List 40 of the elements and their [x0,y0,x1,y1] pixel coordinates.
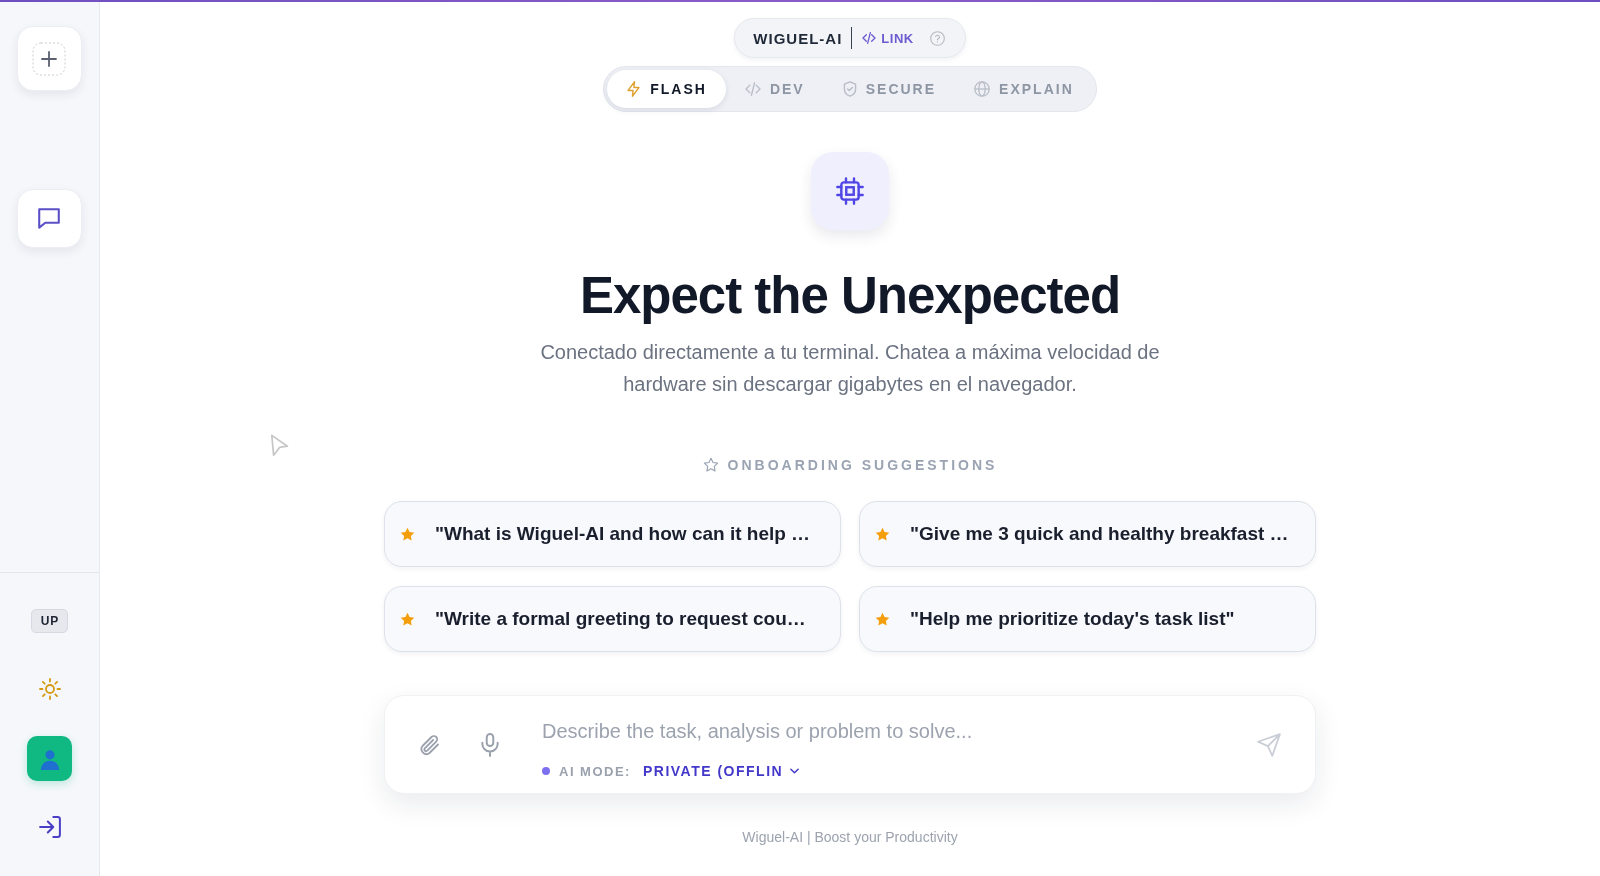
chat-button[interactable] [16,189,82,248]
star-icon [400,526,415,542]
code-icon [862,32,877,44]
help-icon[interactable] [929,30,945,46]
suggestion-card[interactable]: "Write a formal greeting to request cou… [384,586,841,652]
hero-title: Expect the Unexpected [579,266,1121,326]
chat-bubble-icon [38,208,60,229]
star-icon [875,526,890,542]
cpu-icon [811,152,889,230]
hero-subtitle: Conectado directamente a tu terminal. Chatea a máxima velocidad de hardware sin descargar gigabytes en el navegador. [539,340,1161,397]
suggestion-card[interactable]: "Help me prioritize today's task list" [859,586,1316,652]
sun-icon[interactable] [38,678,61,700]
paper-plane-icon[interactable] [1257,732,1281,757]
plus-icon [32,41,66,76]
star-icon [400,611,415,627]
paperclip-icon[interactable] [418,733,440,756]
suggestion-card[interactable]: "Give me 3 quick and healthy breakfast … [859,501,1316,567]
cursor-icon [268,433,290,457]
globe-icon [974,81,991,97]
tab[interactable]: FLASH [607,70,726,108]
microphone-icon[interactable] [481,732,499,757]
suggestions-heading: ONBOARDING SUGGESTIONS [727,456,998,475]
dot-icon [542,767,550,775]
profile-button[interactable] [27,736,72,781]
lightning-icon [626,81,642,97]
brand-name: WIGUEL-AI [753,29,843,47]
up-badge[interactable]: UP [30,609,69,633]
code-icon [744,82,761,96]
message-input[interactable]: Describe the task, analysis or problem to solve... [542,716,1142,746]
chevron-down-icon [790,768,800,774]
star-outline-icon [702,457,719,473]
suggestion-card[interactable]: "What is Wiguel-AI and how can it help … [384,501,841,567]
mode-select[interactable]: PRIVATE (OFFLIN [642,763,800,779]
person-icon [38,748,61,770]
star-icon [875,611,890,627]
link-button[interactable]: LINK [862,30,914,46]
mode-label: AI MODE: [559,763,631,779]
footer-text: Wiguel-AI | Boost your Productivity [742,828,958,847]
shield-check-icon [842,81,857,97]
login-icon[interactable] [38,816,61,838]
